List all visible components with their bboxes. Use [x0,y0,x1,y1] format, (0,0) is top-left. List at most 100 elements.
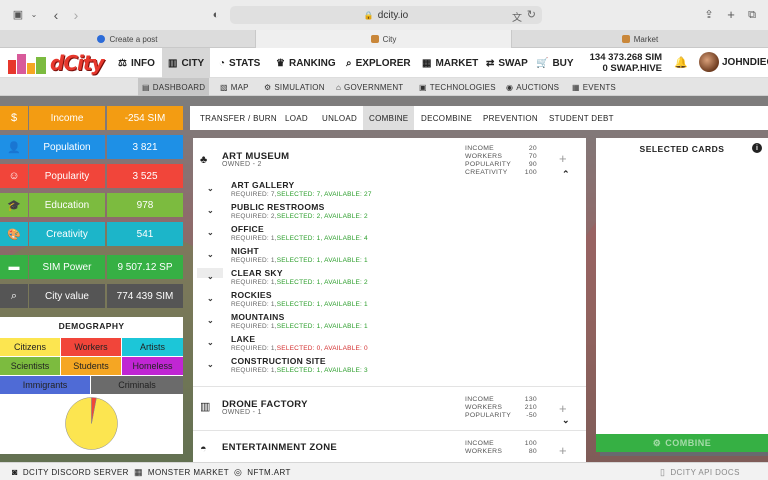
tab-transfer-burn[interactable]: TRANSFER / BURN [194,106,283,130]
requirement-clear-sky[interactable]: ⌄ CLEAR SKY REQUIRED: 1,SELECTED: 1, AVA… [193,268,586,290]
nav-swap[interactable]: ⇄ SWAP [480,48,534,78]
nav-market[interactable]: ▦ MARKET [416,48,484,78]
add-card-button[interactable]: + [559,443,567,458]
tab-prevention[interactable]: PREVENTION [477,106,544,130]
subnav-map[interactable]: ▧ MAP [216,78,253,96]
browser-tab-market[interactable]: Market [512,30,768,48]
add-card-button[interactable]: + [559,401,567,416]
new-tab-icon[interactable]: + [725,8,737,21]
requirement-lake[interactable]: ⌄ LAKE REQUIRED: 1,SELECTED: 0, AVAILABL… [193,334,586,356]
legend-scientists[interactable]: Scientists [0,357,60,375]
browser-tab-create-post[interactable]: Create a post [0,30,256,48]
bell-icon[interactable]: 🔔 [674,56,688,69]
tab-combine[interactable]: COMBINE [363,106,415,130]
card-name: ENTERTAINMENT ZONE [222,442,337,453]
city-icon: ▥ [168,57,178,69]
subnav-simulation[interactable]: ⚙ SIMULATION [260,78,329,96]
tab-overview-icon[interactable]: ⧉ [746,9,758,21]
browser-tab-city[interactable]: City [256,30,512,48]
api-docs-link[interactable]: ▯ DCITY API DOCS [660,463,740,480]
reload-icon[interactable]: ↻ [527,8,536,21]
dollar-icon: $ [0,106,28,130]
tab-unload[interactable]: UNLOAD [316,106,363,130]
nav-info[interactable]: ⚖ INFO [112,48,161,78]
nav-explorer[interactable]: ⌕ EXPLORER [340,48,417,78]
requirement-construction-site[interactable]: ⌄ CONSTRUCTION SITE REQUIRED: 1,SELECTED… [193,356,586,378]
info-icon[interactable]: i [752,143,762,153]
forward-icon[interactable]: › [70,8,82,22]
nftm-link[interactable]: ◎ NFTM.ART [234,463,291,480]
chevron-down-icon[interactable]: ⌄ [207,184,214,193]
tab-load[interactable]: LOAD [279,106,314,130]
chevron-down-icon[interactable]: ⌄ [207,272,214,281]
nav-city[interactable]: ▥ CITY [162,48,211,78]
avatar[interactable] [699,52,719,72]
hive-favicon-icon [97,35,106,43]
card-stats: INCOME 20 WORKERS 70 POPULARITY 90 CREATIVI… [465,145,537,176]
chevron-down-icon[interactable]: ⌄ [28,9,40,21]
share-icon[interactable]: ⇪ [703,9,715,21]
calendar-icon: ▦ [572,82,580,92]
chevron-down-icon[interactable]: ⌄ [207,338,214,347]
lock-icon: 🔒 [363,10,374,20]
sim-balance: 134 373.268 SIM [589,52,662,63]
chevron-down-icon[interactable]: ⌄ [562,415,570,426]
card-actions-tabs: TRANSFER / BURN LOAD UNLOAD COMBINE DECO… [190,106,768,130]
username[interactable]: JOHNDIEG [722,57,768,68]
card-art-museum[interactable]: ♣ ART MUSEUM OWNED - 2 INCOME 20 WORKERS 7… [193,138,586,184]
requirement-rockies[interactable]: ⌄ ROCKIES REQUIRED: 1,SELECTED: 1, AVAIL… [193,290,586,312]
requirement-mountains[interactable]: ⌄ MOUNTAINS REQUIRED: 1,SELECTED: 1, AVA… [193,312,586,334]
subnav-dashboard[interactable]: ▤ DASHBOARD [138,78,210,96]
chevron-up-icon[interactable]: ⌃ [562,169,570,180]
combine-card-list: ♣ ART MUSEUM OWNED - 2 INCOME 20 WORKERS 7… [193,138,586,462]
requirement-night[interactable]: ⌄ NIGHT REQUIRED: 1,SELECTED: 1, AVAILAB… [193,246,586,268]
card-entertainment-zone[interactable]: ◓ ENTERTAINMENT ZONE INCOME 100 WORKERS 80… [193,431,586,462]
shield-icon[interactable]: ◐ [210,9,222,21]
zone-icon: ◓ [200,443,207,455]
card-drone-factory[interactable]: ▥ DRONE FACTORY OWNED - 1 INCOME 130 WORK… [193,387,586,430]
search-icon: ⌕ [346,57,352,69]
requirement-office[interactable]: ⌄ OFFICE REQUIRED: 1,SELECTED: 1, AVAILA… [193,224,586,246]
chevron-down-icon[interactable]: ⌄ [207,294,214,303]
requirement-art-gallery[interactable]: ⌄ ART GALLERY REQUIRED: 7,SELECTED: 7, A… [193,180,586,202]
dashboard-icon: ▤ [142,82,150,92]
tab-student-debt[interactable]: STUDENT DEBT [543,106,620,130]
card-stats: INCOME 100 WORKERS 80 [465,440,537,455]
technologies-icon: ▣ [419,82,427,92]
subnav-technologies[interactable]: ▣ TECHNOLOGIES [415,78,500,96]
combine-button[interactable]: ⚙ COMBINE [596,434,768,452]
chevron-down-icon[interactable]: ⌄ [207,250,214,259]
legend-immigrants[interactable]: Immigrants [0,376,90,394]
add-card-button[interactable]: + [559,151,567,166]
footer: ◙ DCITY DISCORD SERVER ▦ MONSTER MARKET … [0,462,768,480]
sidebar-toggle-icon[interactable]: ▣ [12,9,24,21]
subnav-events[interactable]: ▦ EVENTS [568,78,620,96]
chevron-down-icon[interactable]: ⌄ [207,360,214,369]
subnav-government[interactable]: ⌂ GOVERNMENT [332,78,407,96]
address-bar[interactable]: 🔒 dcity.io 文 ↻ [230,6,542,24]
subnav-auctions[interactable]: ◉ AUCTIONS [502,78,563,96]
monster-market-link[interactable]: ▦ MONSTER MARKET [134,463,229,480]
legend-criminals[interactable]: Criminals [91,376,183,394]
nav-buy[interactable]: 🛒 BUY [530,48,580,78]
tab-decombine[interactable]: DECOMBINE [415,106,478,130]
dcity-favicon-icon [370,35,379,43]
chevron-down-icon[interactable]: ⌄ [207,316,214,325]
swap-hive-balance: 0 SWAP.HIVE [602,63,663,74]
dcity-logo[interactable]: dCity [6,50,106,76]
demography-title: DEMOGRAPHY [58,321,125,331]
legend-homeless[interactable]: Homeless [122,357,183,375]
requirement-public-restrooms[interactable]: ⌄ PUBLIC RESTROOMS REQUIRED: 2,SELECTED:… [193,202,586,224]
legend-citizens[interactable]: Citizens [0,338,60,356]
nav-ranking[interactable]: ♛ RANKING [270,48,342,78]
money-icon: ▬ [0,255,28,279]
chevron-down-icon[interactable]: ⌄ [207,206,214,215]
back-icon[interactable]: ‹ [50,8,62,22]
chevron-down-icon[interactable]: ⌄ [207,228,214,237]
discord-link[interactable]: ◙ DCITY DISCORD SERVER [12,463,129,480]
translate-icon[interactable]: 文 [512,9,522,24]
legend-workers[interactable]: Workers [61,338,121,356]
nav-stats[interactable]: ◔ STATS [213,48,266,78]
legend-artists[interactable]: Artists [122,338,183,356]
legend-students[interactable]: Students [61,357,121,375]
